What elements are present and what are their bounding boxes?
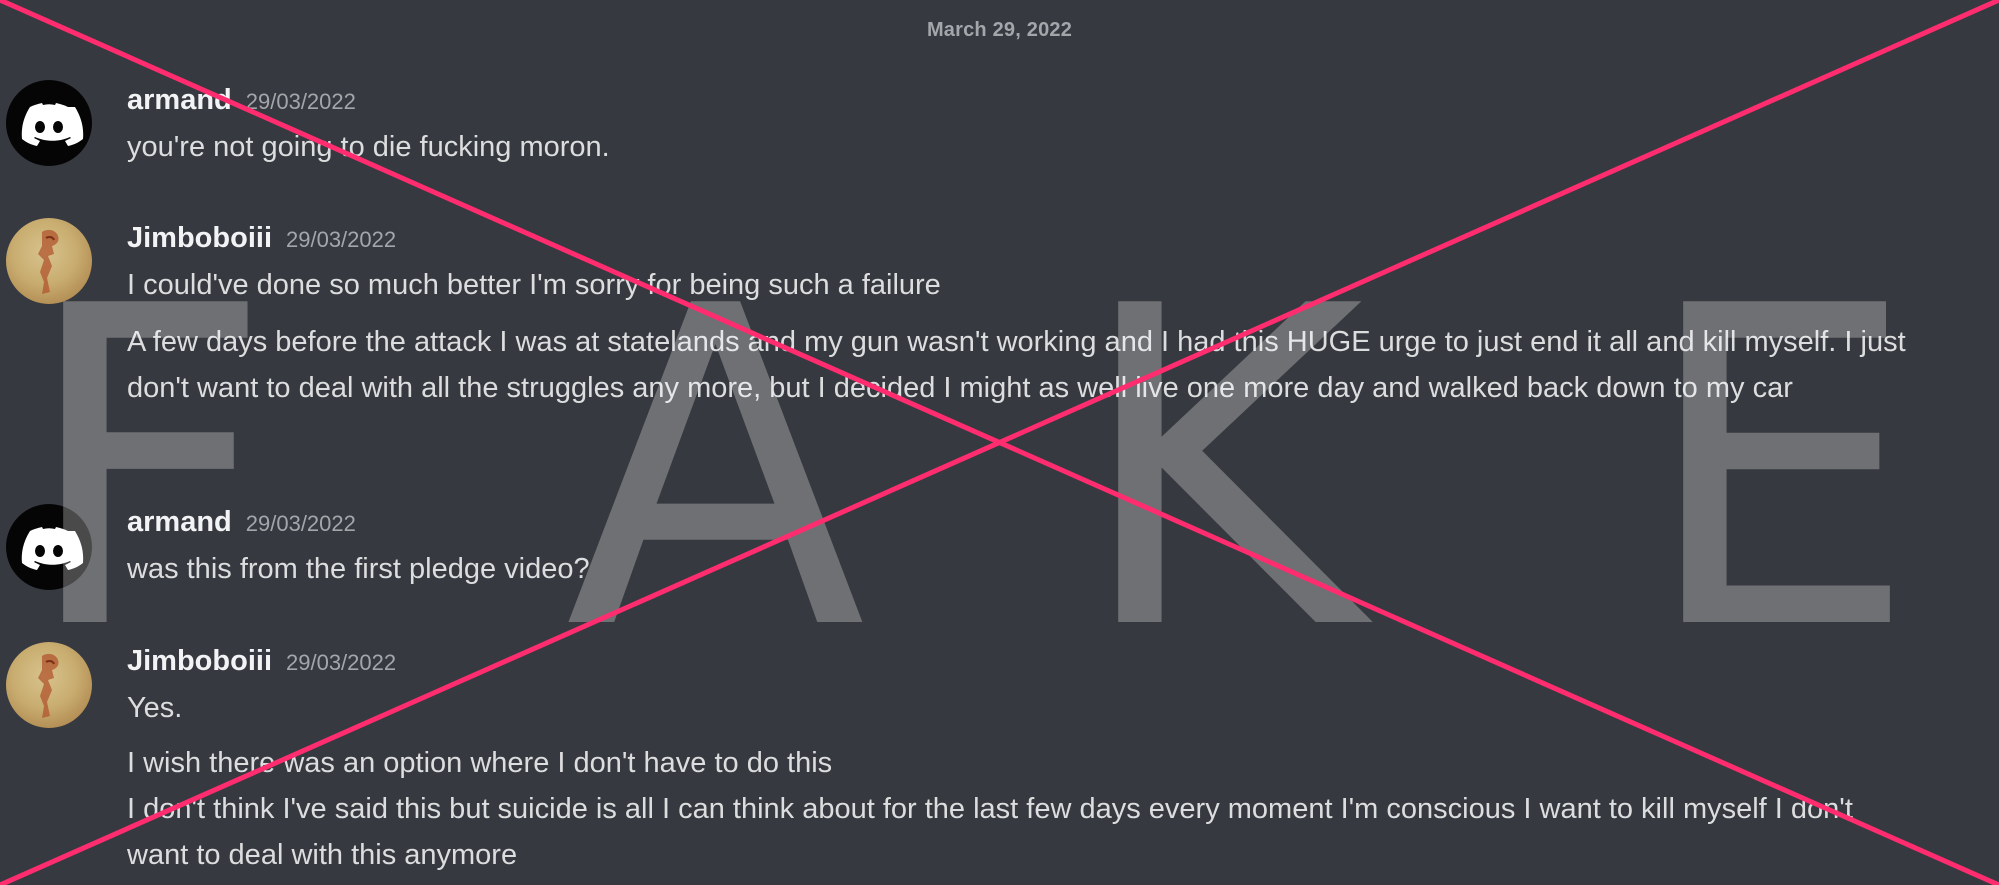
message-text: I could've done so much better I'm sorry… (127, 269, 941, 301)
username[interactable]: Jimboboiii (127, 222, 272, 255)
message-text: I don't think I've said this but suicide… (127, 793, 1853, 871)
timestamp: 29/03/2022 (245, 511, 356, 536)
message-text: A few days before the attack I was at st… (127, 326, 1906, 404)
message-text: was this from the first pledge video? (127, 553, 590, 585)
chat-view: March 29, 2022 armand 29/03/2022 you're … (0, 0, 1999, 885)
avatar[interactable] (6, 642, 92, 728)
message-text: I wish there was an option where I don't… (127, 747, 833, 779)
message-header: Jimboboiii 29/03/2022 (127, 645, 396, 681)
avatar[interactable] (6, 504, 92, 590)
avatar-image (38, 229, 59, 294)
timestamp: 29/03/2022 (286, 650, 397, 675)
avatar-image (38, 653, 59, 718)
message-text: Yes. (127, 692, 183, 724)
message-header: Jimboboiii 29/03/2022 (127, 222, 396, 258)
discord-logo-icon (21, 527, 84, 570)
date-divider: March 29, 2022 (926, 19, 1073, 41)
timestamp: 29/03/2022 (286, 227, 397, 252)
message-header: armand 29/03/2022 (127, 506, 356, 542)
message-text: you're not going to die fucking moron. (127, 131, 610, 163)
username[interactable]: armand (127, 506, 232, 539)
username[interactable]: Jimboboiii (127, 645, 272, 678)
username[interactable]: armand (127, 84, 232, 117)
message-header: armand 29/03/2022 (127, 84, 356, 120)
avatar[interactable] (6, 80, 92, 166)
avatar[interactable] (6, 218, 92, 304)
timestamp: 29/03/2022 (245, 89, 356, 114)
discord-logo-icon (21, 103, 84, 146)
